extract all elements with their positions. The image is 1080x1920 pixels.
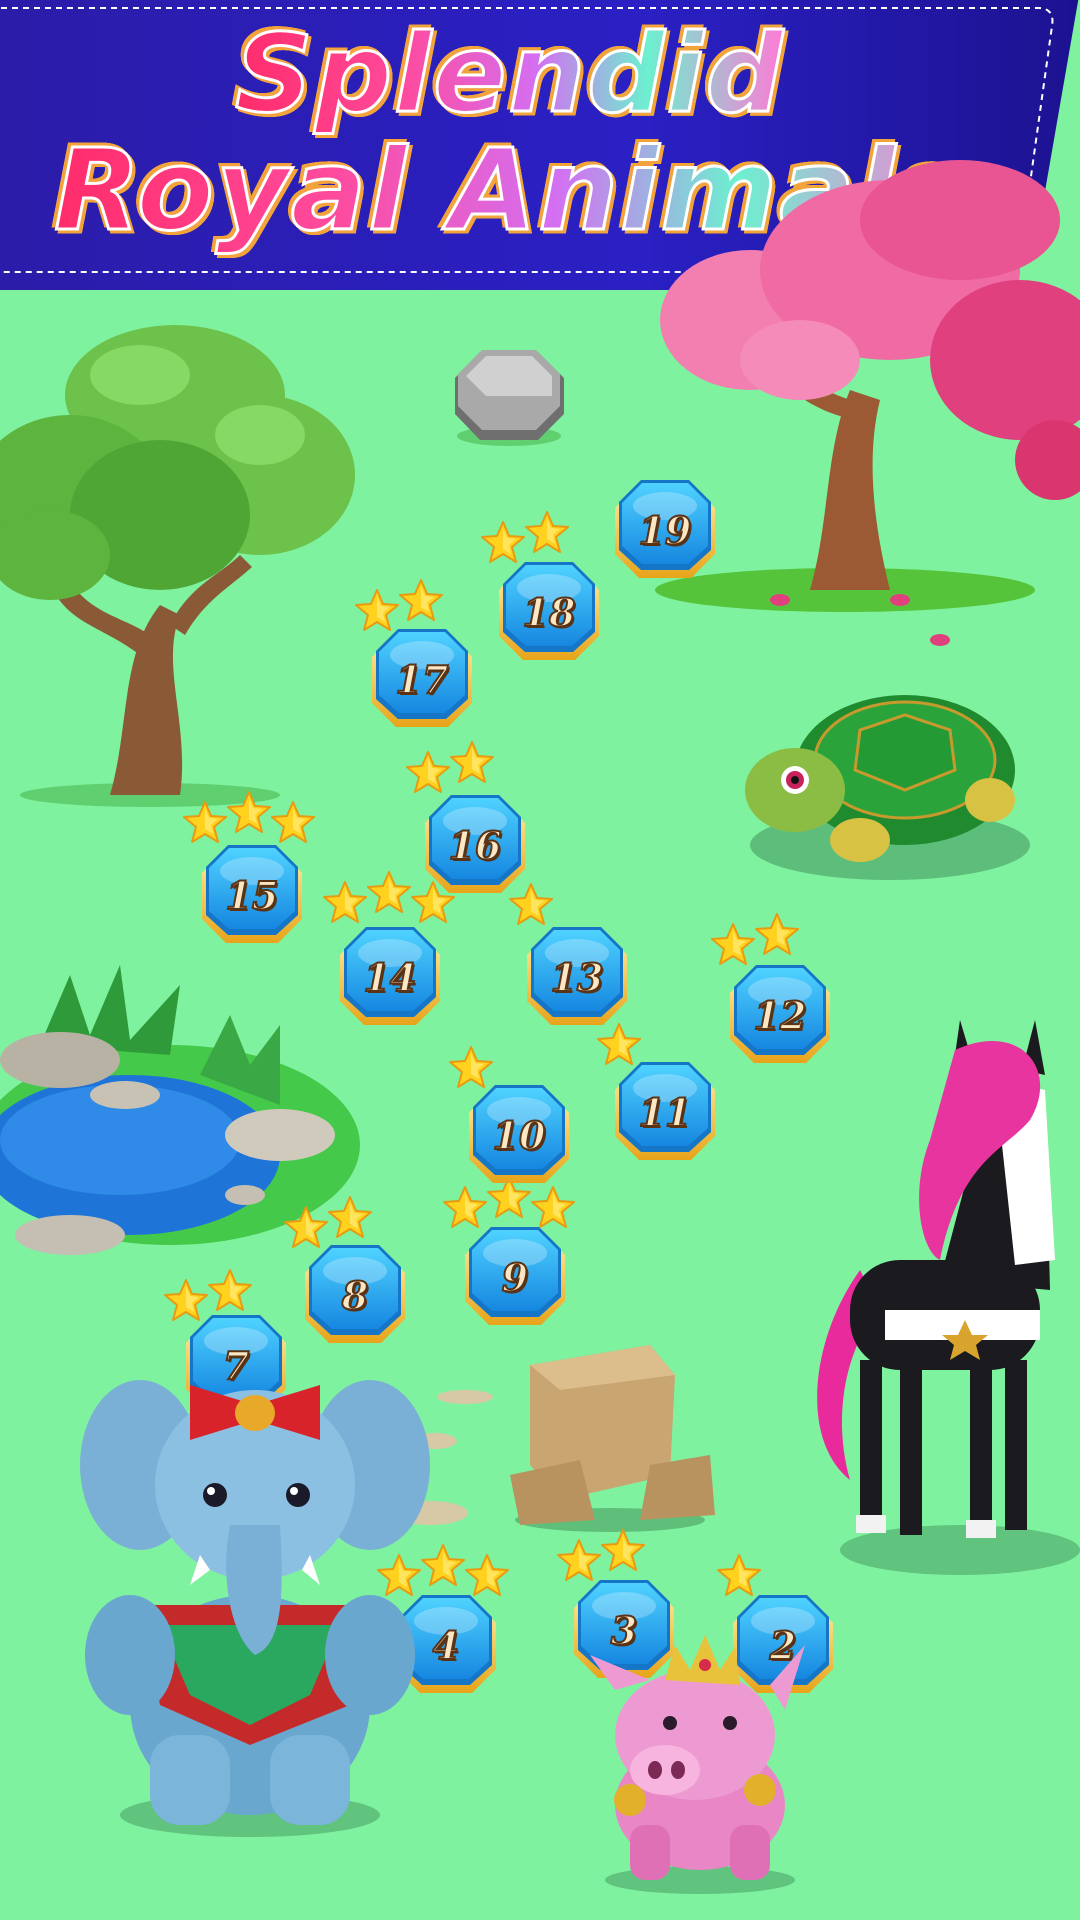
level-node-11[interactable]: 11 bbox=[613, 1060, 717, 1164]
star-icon bbox=[327, 1195, 373, 1241]
pink-tree-icon bbox=[655, 160, 1080, 646]
star-icon bbox=[449, 740, 495, 786]
star-icon bbox=[556, 1538, 602, 1584]
star-icon bbox=[366, 870, 412, 916]
level-node-13[interactable]: 13 bbox=[525, 925, 629, 1029]
rock-block-icon bbox=[500, 1335, 720, 1535]
star-icon bbox=[480, 520, 526, 566]
star-icon bbox=[464, 1553, 510, 1599]
elephant-icon bbox=[80, 1345, 440, 1845]
level-number: 18 bbox=[522, 589, 577, 636]
level-number: 8 bbox=[341, 1272, 369, 1319]
title-line-1: Splendid bbox=[234, 11, 785, 139]
star-icon bbox=[354, 588, 400, 634]
star-icon bbox=[530, 1185, 576, 1231]
star-icon bbox=[226, 790, 272, 836]
level-number: 13 bbox=[550, 954, 605, 1001]
star-icon bbox=[754, 912, 800, 958]
pig-icon bbox=[580, 1625, 820, 1895]
level-node-17[interactable]: 17 bbox=[370, 627, 474, 731]
level-number: 14 bbox=[363, 954, 418, 1001]
star-icon bbox=[716, 1553, 762, 1599]
star-icon bbox=[283, 1205, 329, 1251]
star-icon bbox=[207, 1268, 253, 1314]
level-node-8[interactable]: 8 bbox=[303, 1243, 407, 1347]
level-number: 19 bbox=[638, 507, 693, 554]
level-number: 10 bbox=[492, 1112, 547, 1159]
level-map: Splendid Royal Animals 2 3 4 7 8 9 10 11… bbox=[0, 0, 1080, 1920]
star-icon bbox=[270, 800, 316, 846]
level-number: 12 bbox=[753, 992, 808, 1039]
level-node-14[interactable]: 14 bbox=[338, 925, 442, 1029]
level-number: 16 bbox=[448, 822, 503, 869]
star-icon bbox=[322, 880, 368, 926]
locked-level-icon[interactable] bbox=[452, 348, 567, 448]
level-node-10[interactable]: 10 bbox=[467, 1083, 571, 1187]
star-icon bbox=[405, 750, 451, 796]
green-tree-icon bbox=[0, 325, 360, 807]
turtle-icon bbox=[740, 680, 1040, 880]
star-icon bbox=[398, 578, 444, 624]
star-icon bbox=[710, 922, 756, 968]
level-number: 11 bbox=[638, 1089, 693, 1136]
star-icon bbox=[524, 510, 570, 556]
star-icon bbox=[182, 800, 228, 846]
star-icon bbox=[163, 1278, 209, 1324]
level-number: 9 bbox=[501, 1254, 529, 1301]
horse-icon bbox=[790, 1010, 1080, 1580]
level-node-16[interactable]: 16 bbox=[423, 793, 527, 897]
star-icon bbox=[442, 1185, 488, 1231]
level-node-12[interactable]: 12 bbox=[728, 963, 832, 1067]
star-icon bbox=[600, 1528, 646, 1574]
level-node-15[interactable]: 15 bbox=[200, 843, 304, 947]
star-icon bbox=[448, 1045, 494, 1091]
level-number: 17 bbox=[395, 656, 450, 703]
level-node-9[interactable]: 9 bbox=[463, 1225, 567, 1329]
level-node-19[interactable]: 19 bbox=[613, 478, 717, 582]
level-node-18[interactable]: 18 bbox=[497, 560, 601, 664]
level-number: 15 bbox=[225, 872, 280, 919]
